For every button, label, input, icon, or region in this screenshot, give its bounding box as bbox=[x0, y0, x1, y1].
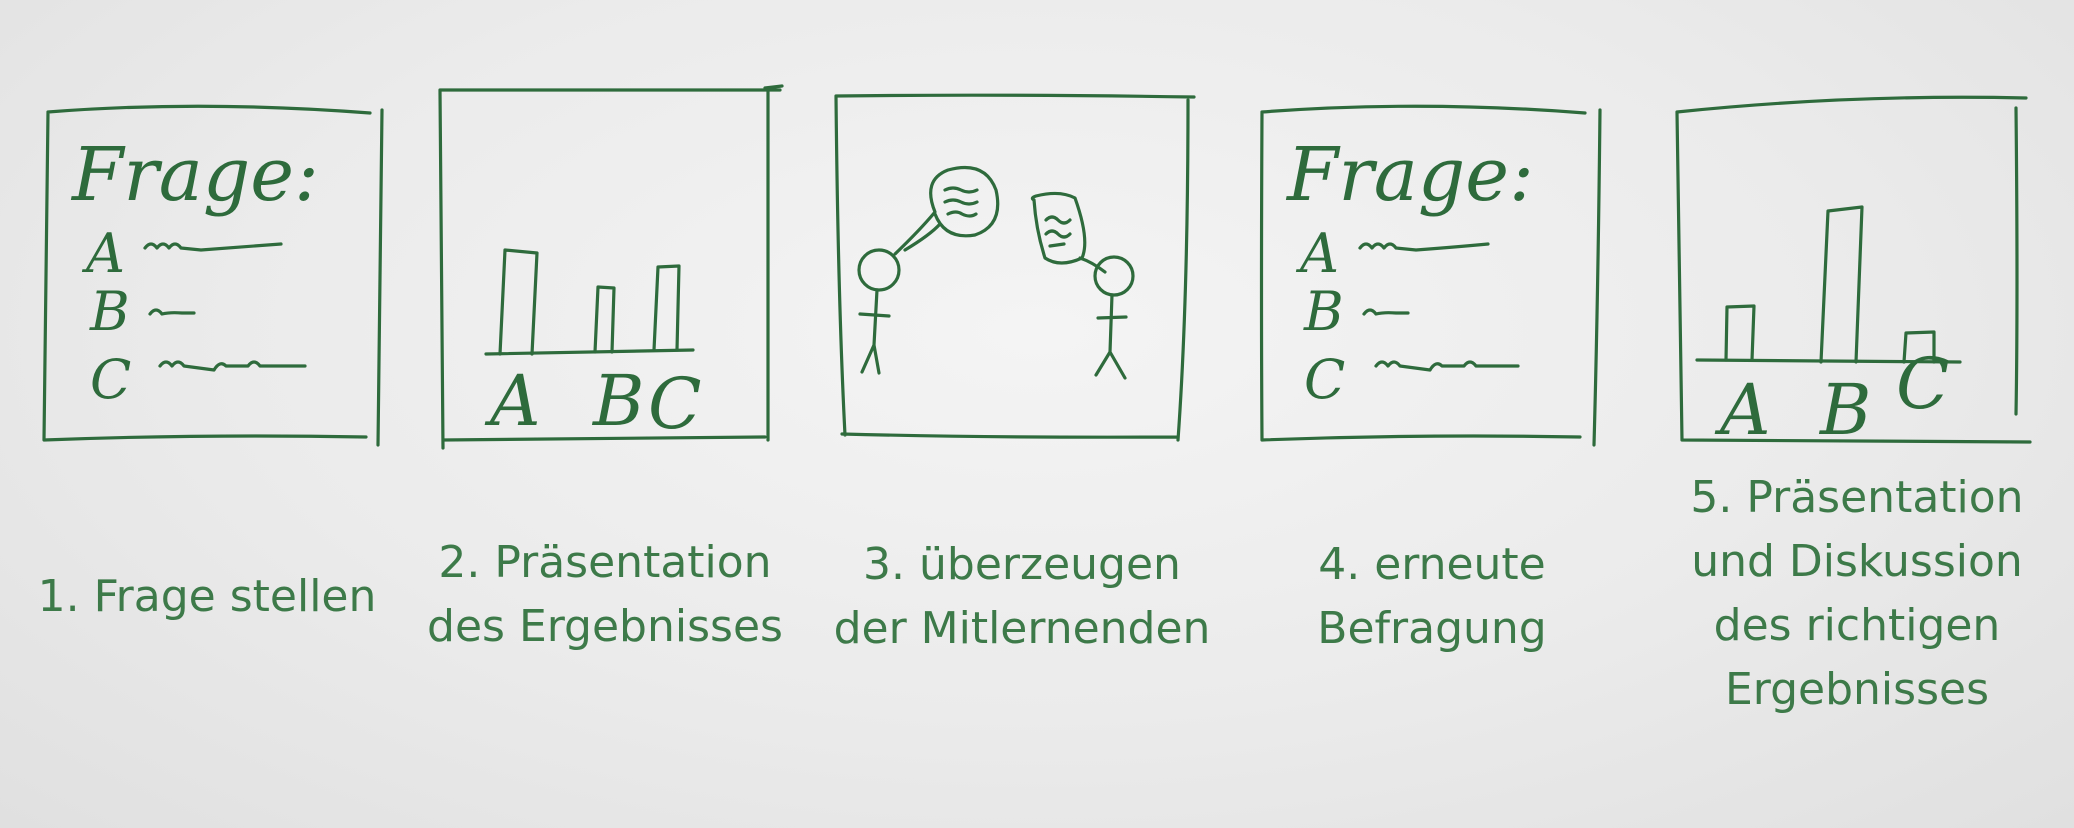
person-left-body bbox=[858, 288, 891, 375]
speech-bubble-left-text bbox=[943, 186, 979, 218]
panel-final-chart: A B C bbox=[1675, 95, 2032, 451]
step-1-caption: 1. Frage stellen bbox=[22, 565, 392, 629]
option-scribble-b bbox=[148, 308, 196, 316]
panel-question: Frage: A B C bbox=[42, 104, 384, 447]
caption-line: 4. erneute bbox=[1318, 539, 1546, 590]
panel-question-again: Frage: A B C bbox=[1259, 104, 1602, 447]
speech-bubble-left bbox=[893, 165, 1000, 256]
panel-result-chart: A B C bbox=[438, 84, 784, 450]
option-label-a: A bbox=[81, 222, 125, 285]
bar-b bbox=[593, 285, 616, 354]
caption-line: 2. Präsentation bbox=[438, 537, 772, 588]
person-left-head bbox=[857, 248, 901, 292]
question-heading: Frage: bbox=[1285, 132, 1534, 218]
caption-line: des Ergebnisses bbox=[427, 601, 783, 652]
option-scribble-c bbox=[158, 360, 307, 372]
bar-b bbox=[1819, 205, 1864, 364]
bar-label-c: C bbox=[648, 363, 702, 445]
speech-bubble-right-text bbox=[1044, 215, 1072, 248]
speech-bubble-right bbox=[1030, 191, 1107, 274]
caption-line: 5. Präsentation bbox=[1690, 472, 2024, 523]
option-label-c: C bbox=[90, 348, 131, 411]
option-label-c: C bbox=[1304, 348, 1345, 411]
panel-frame bbox=[834, 93, 1196, 442]
option-label-b: B bbox=[89, 280, 130, 343]
chart-baseline bbox=[484, 348, 695, 356]
bar-a bbox=[1724, 304, 1756, 362]
question-heading: Frage: bbox=[70, 132, 319, 218]
panel-discussion bbox=[834, 93, 1196, 442]
caption-line: der Mitlernenden bbox=[833, 603, 1211, 654]
caption-line: Befragung bbox=[1317, 603, 1547, 654]
option-label-a: A bbox=[1295, 222, 1339, 285]
bar-a bbox=[498, 248, 539, 356]
person-right-head bbox=[1093, 255, 1135, 297]
bar-label-a: A bbox=[1714, 369, 1771, 451]
step-4-caption: 4. erneute Befragung bbox=[1262, 533, 1602, 661]
bar-label-a: A bbox=[484, 360, 541, 442]
caption-line: 1. Frage stellen bbox=[37, 571, 377, 622]
caption-line: des richtigen bbox=[1713, 600, 2001, 651]
step-5-caption: 5. Präsentation und Diskussion des richt… bbox=[1660, 466, 2054, 722]
step-3-caption: 3. überzeugen der Mitlernenden bbox=[812, 533, 1232, 661]
option-label-b: B bbox=[1303, 280, 1344, 343]
bar-c bbox=[652, 264, 681, 352]
caption-line: 3. überzeugen bbox=[863, 539, 1181, 590]
bar-label-b: B bbox=[591, 360, 644, 442]
caption-line: Ergebnisses bbox=[1725, 664, 1989, 715]
option-scribble-c bbox=[1374, 360, 1520, 372]
person-right-body bbox=[1094, 293, 1128, 380]
caption-line: und Diskussion bbox=[1691, 536, 2023, 587]
option-scribble-a bbox=[1358, 242, 1490, 252]
bar-label-b: B bbox=[1818, 369, 1871, 451]
option-scribble-b bbox=[1362, 308, 1410, 316]
option-scribble-a bbox=[143, 242, 283, 252]
step-2-caption: 2. Präsentation des Ergebnisses bbox=[415, 531, 795, 659]
bar-label-c: C bbox=[1896, 343, 1950, 425]
